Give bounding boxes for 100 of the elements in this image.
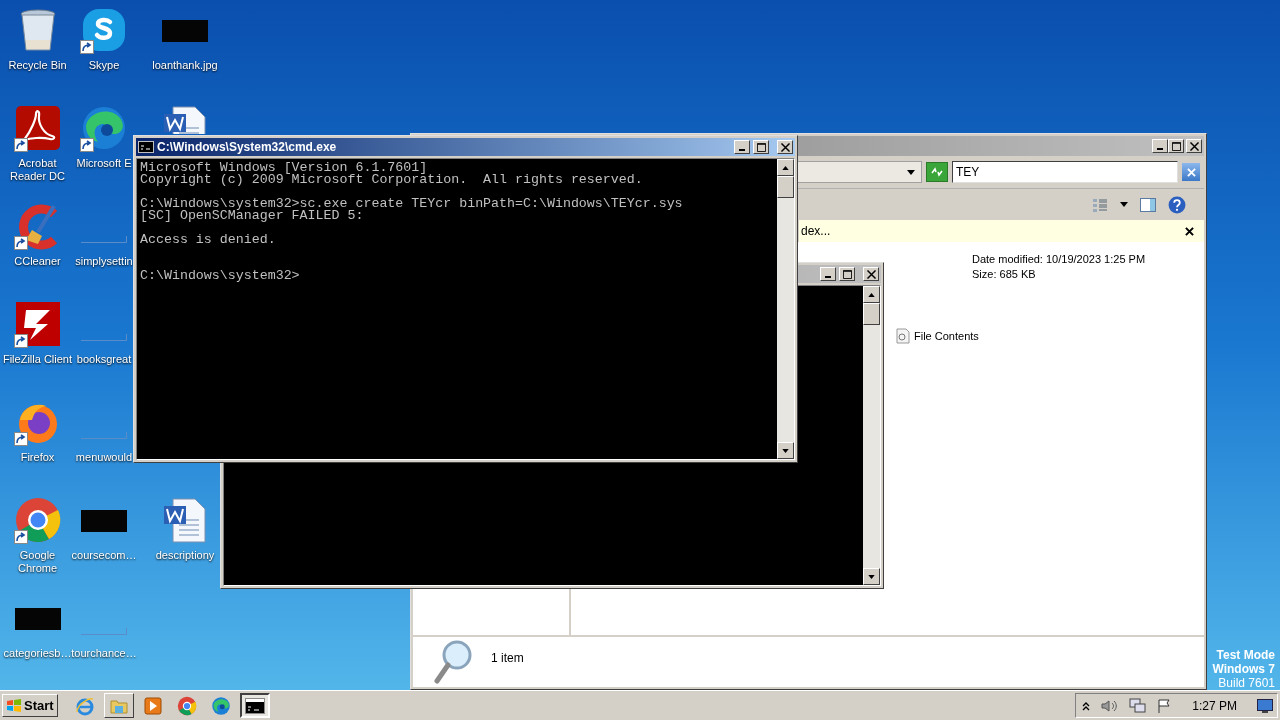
filezilla-icon xyxy=(13,300,62,348)
scroll-up-button[interactable] xyxy=(863,286,880,303)
maximize-icon xyxy=(842,269,852,279)
icon-label: Acrobat Reader DC xyxy=(10,157,65,183)
search-field[interactable]: TEY xyxy=(952,161,1178,183)
media-player-icon xyxy=(142,695,163,716)
shortcut-arrow-icon xyxy=(80,138,94,152)
close-button[interactable] xyxy=(863,267,879,281)
chrome-icon xyxy=(176,695,197,716)
edge-icon xyxy=(80,104,128,152)
chrome-icon xyxy=(13,496,62,544)
blank-file-icon xyxy=(81,334,127,341)
clock[interactable]: 1:27 PM xyxy=(1182,696,1247,715)
scroll-thumb[interactable] xyxy=(863,303,880,325)
close-icon xyxy=(866,269,876,279)
minimize-icon xyxy=(1157,148,1163,150)
desktop-icon[interactable]: FileZilla Client xyxy=(0,294,75,366)
test-mode-text: Windows 7 xyxy=(1212,662,1275,676)
up-arrow-icon xyxy=(868,292,875,297)
desktop-icon[interactable]: loanthank.jpg xyxy=(150,0,220,72)
info-bar-text: dex... xyxy=(801,223,831,240)
detail-text: Date modified: 10/19/2023 1:25 PM xyxy=(972,252,1147,267)
blank-file-icon xyxy=(81,628,127,635)
icon-label: categoriesb… xyxy=(3,647,72,660)
document-search-icon xyxy=(896,328,910,345)
flag-icon[interactable] xyxy=(1156,697,1173,714)
icon-label: coursecom… xyxy=(71,549,137,562)
shortcut-arrow-icon xyxy=(13,334,28,348)
maximize-button[interactable] xyxy=(1168,139,1184,153)
shortcut-arrow-icon xyxy=(13,236,28,250)
up-arrow-icon xyxy=(782,165,789,170)
icon-label: Skype xyxy=(88,59,120,72)
preview-pane-icon[interactable] xyxy=(1140,196,1156,213)
console-line: C:\Windows\system32> xyxy=(140,270,301,282)
desktop-icon[interactable]: Microsoft E xyxy=(75,98,133,170)
icon-label: Microsoft E xyxy=(76,157,132,170)
desktop-icon[interactable]: CCleaner xyxy=(0,196,75,268)
scroll-up-button[interactable] xyxy=(777,159,794,176)
item-count: 1 item xyxy=(491,650,524,667)
shortcut-arrow-icon xyxy=(13,530,28,544)
network-icon[interactable] xyxy=(1128,697,1147,714)
clear-search-button[interactable] xyxy=(1182,163,1200,181)
close-icon xyxy=(1189,141,1199,151)
console-line: Copyright (c) 2009 Microsoft Corporation. All rights reserved. xyxy=(140,174,644,186)
blank-file-icon xyxy=(81,236,127,243)
icon-label: booksgreat xyxy=(76,353,132,366)
close-icon xyxy=(1186,167,1196,177)
desktop-icon[interactable]: Firefox xyxy=(0,392,75,464)
icon-label: Firefox xyxy=(20,451,55,464)
desktop-icon[interactable]: Recycle Bin xyxy=(0,0,75,72)
start-button[interactable]: Start xyxy=(2,694,58,717)
edge-icon xyxy=(210,695,231,716)
desktop-icon[interactable]: menuwould xyxy=(75,392,133,464)
minimize-button[interactable] xyxy=(820,267,836,281)
shortcut-arrow-icon xyxy=(13,138,28,152)
scrollbar[interactable] xyxy=(863,286,880,585)
caret-icon[interactable] xyxy=(1120,202,1128,207)
minimize-icon xyxy=(825,276,831,278)
windows-logo-icon xyxy=(6,697,22,714)
close-button[interactable] xyxy=(777,140,793,154)
icon-label: loanthank.jpg xyxy=(152,59,218,72)
desktop-icon[interactable]: simplysettin xyxy=(75,196,133,268)
minimize-button[interactable] xyxy=(1152,139,1168,153)
desktop-icon[interactable]: booksgreat xyxy=(75,294,133,366)
show-desktop-icon[interactable] xyxy=(1257,698,1273,713)
scroll-thumb[interactable] xyxy=(777,176,794,198)
close-button[interactable] xyxy=(1186,139,1202,153)
icon-label: simplysettin xyxy=(75,255,133,268)
desktop-icon[interactable]: descriptiony xyxy=(150,490,220,562)
chevron-up-icon[interactable] xyxy=(1082,700,1091,711)
info-bar[interactable]: dex... xyxy=(799,220,1204,242)
icon-label: FileZilla Client xyxy=(2,353,73,366)
acrobat-icon xyxy=(13,104,62,152)
icon-label: CCleaner xyxy=(14,255,61,268)
close-icon[interactable] xyxy=(1185,226,1194,236)
taskbar-button[interactable] xyxy=(239,693,270,718)
down-arrow-icon xyxy=(782,448,789,453)
maximize-button[interactable] xyxy=(839,267,855,281)
icon-label: Recycle Bin xyxy=(8,59,67,72)
detail-text: Size: 685 KB xyxy=(972,267,1037,282)
search-icon xyxy=(433,639,473,685)
refresh-button[interactable] xyxy=(926,162,948,182)
test-mode-text: Build 7601 xyxy=(1218,676,1275,690)
console-icon xyxy=(138,141,154,153)
scroll-down-button[interactable] xyxy=(863,568,880,585)
maximize-button[interactable] xyxy=(753,140,769,154)
icon-label: menuwould xyxy=(75,451,133,464)
icon-label: descriptiony xyxy=(155,549,215,562)
desktop-icon[interactable]: Skype xyxy=(75,0,133,72)
scroll-down-button[interactable] xyxy=(777,442,794,459)
minimize-icon xyxy=(739,149,745,151)
speaker-icon[interactable] xyxy=(1100,697,1119,714)
test-mode-text: Test Mode xyxy=(1216,648,1275,662)
console-line: C:\Windows\system32>sc.exe create TEYcr binPath=C:\Windows\TEYcr.sys xyxy=(140,198,684,210)
file-contents-link[interactable]: File Contents xyxy=(914,328,979,345)
minimize-button[interactable] xyxy=(734,140,750,154)
help-icon[interactable] xyxy=(1168,195,1186,214)
scrollbar[interactable] xyxy=(777,159,794,459)
console-line: [SC] OpenSCManager FAILED 5: xyxy=(140,210,365,222)
desktop-icon[interactable]: Acrobat Reader DC xyxy=(0,98,75,183)
